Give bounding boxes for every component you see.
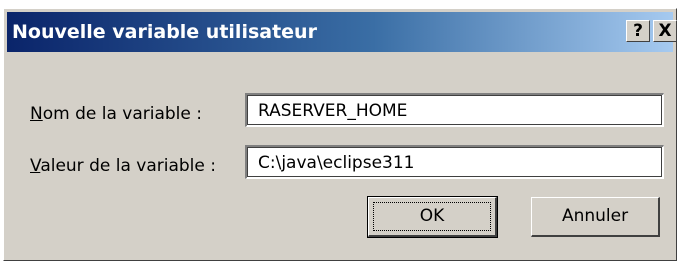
variable-value-label-text: aleur de la variable : <box>40 156 216 176</box>
close-icon: X <box>658 21 672 41</box>
variable-value-input[interactable] <box>245 145 664 179</box>
variable-name-label: Nom de la variable : <box>30 104 202 124</box>
dialog-title: Nouvelle variable utilisateur <box>12 21 317 43</box>
ok-button[interactable]: OK <box>367 196 498 238</box>
variable-value-label-mnemonic: V <box>30 156 41 176</box>
variable-name-input[interactable] <box>245 93 664 127</box>
close-button[interactable]: X <box>653 20 677 42</box>
cancel-button-label: Annuler <box>561 206 629 226</box>
variable-value-label: Valeur de la variable : <box>30 156 216 176</box>
cancel-button[interactable]: Annuler <box>531 197 660 237</box>
title-bar[interactable]: Nouvelle variable utilisateur ? X <box>7 12 677 52</box>
help-icon: ? <box>633 21 643 41</box>
help-button[interactable]: ? <box>626 20 650 42</box>
variable-name-label-mnemonic: N <box>30 104 43 124</box>
ok-button-label: OK <box>419 206 445 226</box>
new-user-variable-dialog: Nouvelle variable utilisateur ? X Nom de… <box>3 8 677 261</box>
variable-name-label-text: om de la variable : <box>42 104 202 124</box>
